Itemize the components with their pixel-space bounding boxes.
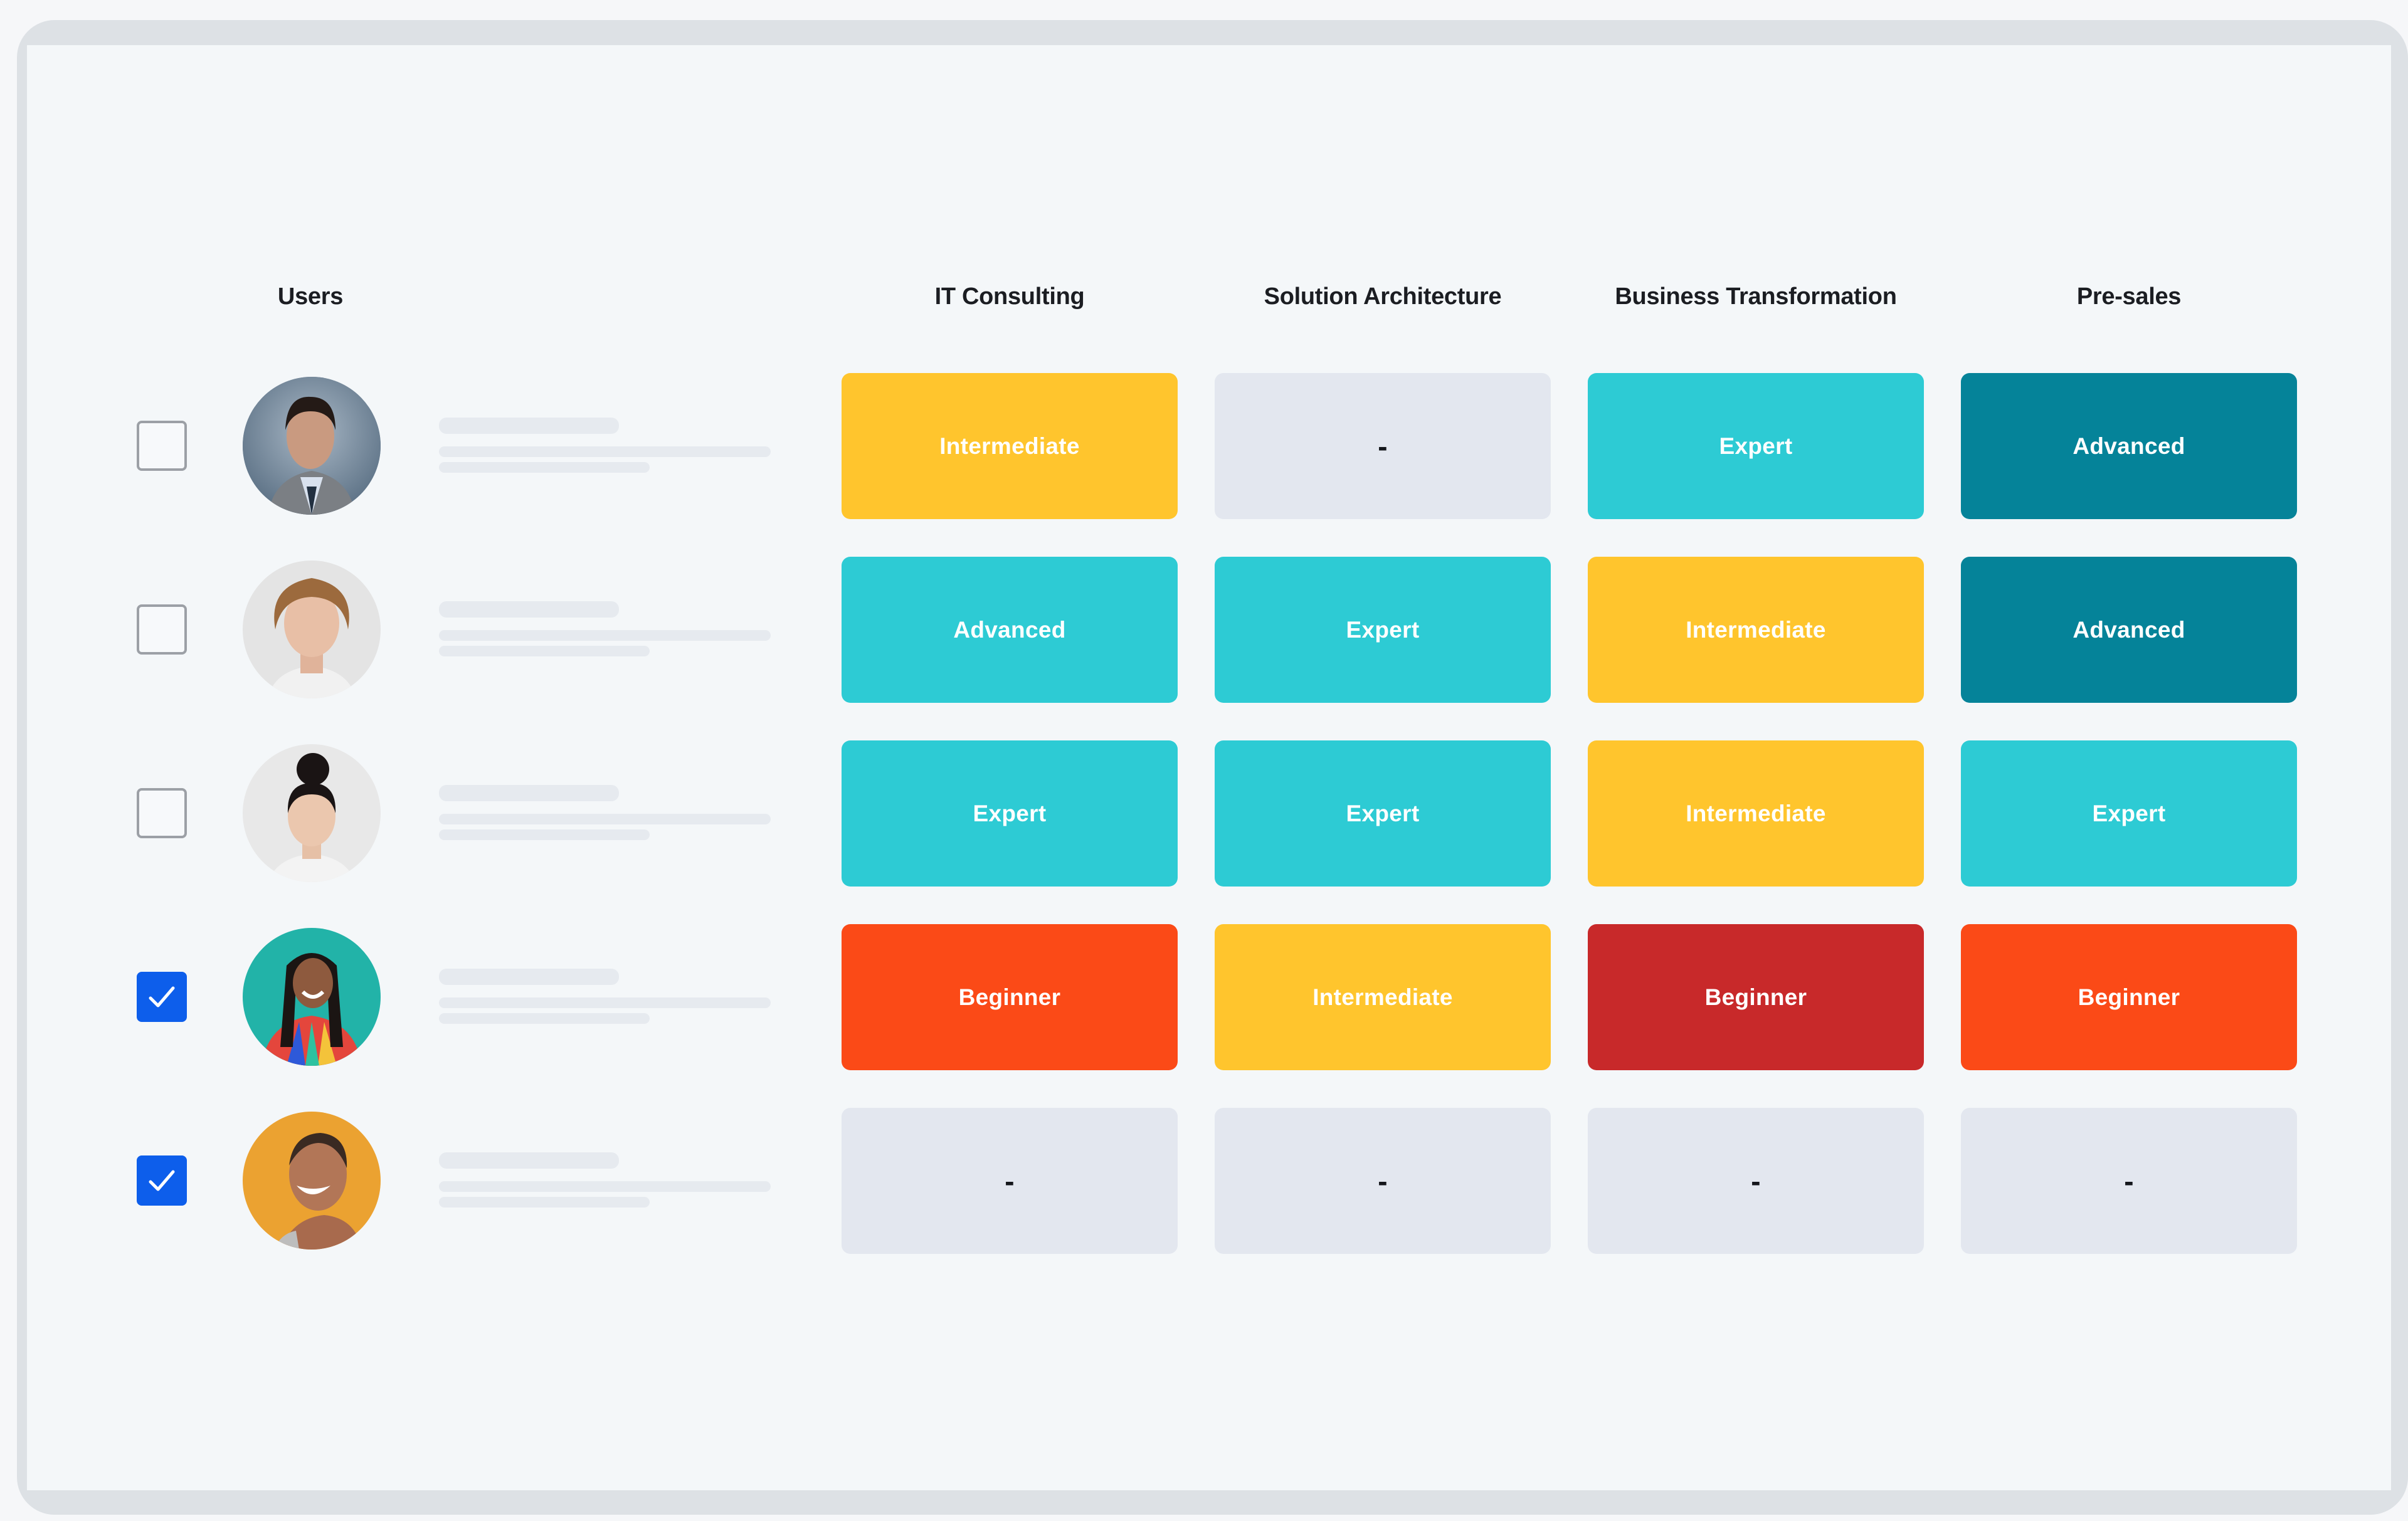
- skill-level-cell-pre-sales[interactable]: Advanced: [1961, 557, 2297, 703]
- user-row: Beginner Intermediate Beginner Beginner: [0, 924, 2408, 1070]
- user-avatar: [243, 1112, 381, 1250]
- skill-level-cell-pre-sales[interactable]: -: [1961, 1108, 2297, 1254]
- user-row: Expert Expert Intermediate Expert: [0, 740, 2408, 887]
- skill-level-cell-business-transformation[interactable]: Intermediate: [1588, 740, 1924, 887]
- name-placeholder: [439, 785, 619, 801]
- user-row: Intermediate - Expert Advanced: [0, 373, 2408, 519]
- skill-level-label: Intermediate: [1312, 984, 1453, 1010]
- user-avatar: [243, 561, 381, 698]
- skill-level-cell-pre-sales[interactable]: Advanced: [1961, 373, 2297, 519]
- user-select-checkbox[interactable]: [137, 421, 187, 471]
- skill-level-label: Expert: [973, 800, 1047, 826]
- skill-level-cell-solution-architecture[interactable]: -: [1215, 373, 1551, 519]
- skill-level-label: Beginner: [2078, 984, 2180, 1010]
- skill-level-cell-it-consulting[interactable]: Advanced: [842, 557, 1178, 703]
- skill-level-cell-solution-architecture[interactable]: -: [1215, 1108, 1551, 1254]
- user-avatar: [243, 377, 381, 515]
- skill-level-cell-pre-sales[interactable]: Beginner: [1961, 924, 2297, 1070]
- user-row: ----: [0, 1108, 2408, 1254]
- skill-level-label: Intermediate: [939, 433, 1080, 459]
- skill-level-label: -: [1378, 1164, 1388, 1197]
- skill-level-label: Advanced: [2073, 433, 2185, 459]
- user-select-checkbox[interactable]: [137, 788, 187, 838]
- user-row: Advanced Expert Intermediate Advanced: [0, 557, 2408, 703]
- detail-placeholder: [439, 1013, 650, 1024]
- user-select-checkbox[interactable]: [137, 604, 187, 655]
- user-select-checkbox[interactable]: [137, 1155, 187, 1206]
- user-avatar: [243, 744, 381, 882]
- detail-placeholder: [439, 829, 650, 840]
- skill-level-label: Expert: [2092, 800, 2166, 826]
- skill-level-cell-it-consulting[interactable]: Expert: [842, 740, 1178, 887]
- skill-level-label: -: [1378, 429, 1388, 463]
- skill-level-cell-pre-sales[interactable]: Expert: [1961, 740, 2297, 887]
- detail-placeholder: [439, 462, 650, 473]
- name-placeholder: [439, 601, 619, 618]
- name-placeholder: [439, 418, 619, 434]
- skill-level-cell-solution-architecture[interactable]: Intermediate: [1215, 924, 1551, 1070]
- detail-placeholder: [439, 646, 650, 656]
- column-header-users: Users: [277, 283, 344, 310]
- skill-level-label: -: [1005, 1164, 1015, 1197]
- skill-level-label: Advanced: [2073, 616, 2185, 643]
- checkmark-icon: [149, 1170, 175, 1191]
- skill-level-label: -: [1751, 1164, 1761, 1197]
- name-placeholder: [439, 1152, 619, 1169]
- detail-placeholder: [439, 1181, 771, 1192]
- skill-level-label: Intermediate: [1686, 616, 1826, 643]
- skill-level-label: Beginner: [958, 984, 1061, 1010]
- skill-level-cell-solution-architecture[interactable]: Expert: [1215, 740, 1551, 887]
- skill-level-label: Advanced: [953, 616, 1066, 643]
- name-placeholder: [439, 969, 619, 985]
- skill-level-label: -: [2124, 1164, 2134, 1197]
- column-header-pre-sales: Pre-sales: [2076, 283, 2182, 310]
- checkmark-icon: [149, 986, 175, 1008]
- user-select-checkbox[interactable]: [137, 972, 187, 1022]
- skill-level-cell-business-transformation[interactable]: Beginner: [1588, 924, 1924, 1070]
- skill-level-label: Expert: [1346, 616, 1420, 643]
- detail-placeholder: [439, 446, 771, 457]
- skill-level-cell-it-consulting[interactable]: -: [842, 1108, 1178, 1254]
- column-header-solution-architecture: Solution Architecture: [1264, 283, 1502, 310]
- detail-placeholder: [439, 1197, 650, 1208]
- skill-level-cell-it-consulting[interactable]: Intermediate: [842, 373, 1178, 519]
- skill-level-cell-it-consulting[interactable]: Beginner: [842, 924, 1178, 1070]
- detail-placeholder: [439, 630, 771, 641]
- column-header-business-transformation: Business Transformation: [1615, 283, 1897, 310]
- skill-level-cell-business-transformation[interactable]: Intermediate: [1588, 557, 1924, 703]
- skill-level-label: Expert: [1719, 433, 1793, 459]
- column-header-it-consulting: IT Consulting: [934, 283, 1085, 310]
- detail-placeholder: [439, 814, 771, 824]
- skill-level-label: Expert: [1346, 800, 1420, 826]
- skill-level-label: Beginner: [1704, 984, 1807, 1010]
- detail-placeholder: [439, 997, 771, 1008]
- skill-level-cell-business-transformation[interactable]: -: [1588, 1108, 1924, 1254]
- skill-level-cell-solution-architecture[interactable]: Expert: [1215, 557, 1551, 703]
- skill-level-label: Intermediate: [1686, 800, 1826, 826]
- user-avatar: [243, 928, 381, 1066]
- skill-level-cell-business-transformation[interactable]: Expert: [1588, 373, 1924, 519]
